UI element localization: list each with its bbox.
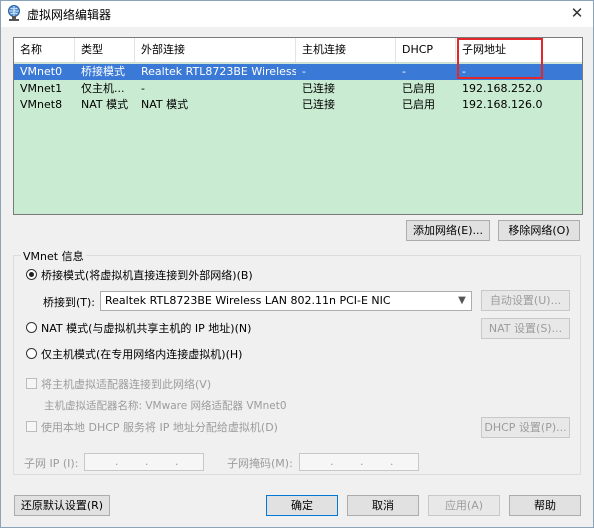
- connect-adapter-label: 将主机虚拟适配器连接到此网络(V): [41, 378, 212, 391]
- chevron-down-icon: ▼: [458, 295, 466, 306]
- column-header-host[interactable]: 主机连接: [296, 38, 396, 62]
- column-header-dhcp[interactable]: DHCP: [396, 38, 456, 62]
- adapter-name-label: 主机虚拟适配器名称: VMware 网络适配器 VMnet0: [44, 400, 287, 412]
- close-icon[interactable]: ✕: [569, 5, 585, 21]
- cancel-button[interactable]: 取消: [347, 495, 419, 516]
- cell-subnet: 192.168.252.0: [462, 82, 543, 95]
- help-button[interactable]: 帮助: [509, 495, 581, 516]
- restore-defaults-button[interactable]: 还原默认设置(R): [14, 495, 110, 516]
- column-header-external[interactable]: 外部连接: [135, 38, 296, 62]
- bridged-to-label: 桥接到(T):: [43, 296, 96, 309]
- vmnet-info-label: VMnet 信息: [21, 248, 86, 264]
- cell-type: 桥接模式: [81, 65, 125, 78]
- dhcp-settings-button[interactable]: DHCP 设置(P)...: [481, 417, 570, 438]
- apply-button[interactable]: 应用(A): [428, 495, 500, 516]
- column-header-name[interactable]: 名称: [14, 38, 75, 62]
- virtual-network-editor-window: 虚拟网络编辑器 ✕ 名称 类型 外部连接 主机连接 DHCP 子网地址 VMne…: [0, 0, 594, 528]
- cell-dhcp: 已启用: [402, 82, 435, 95]
- cell-type: 仅主机...: [81, 82, 125, 95]
- subnet-ip-input[interactable]: ...: [84, 453, 204, 471]
- cell-external: NAT 模式: [141, 98, 189, 111]
- cell-host: -: [302, 65, 306, 78]
- cell-host: 已连接: [302, 98, 335, 111]
- title-bar: 虚拟网络编辑器 ✕: [1, 1, 593, 27]
- subnet-mask-input[interactable]: ...: [299, 453, 419, 471]
- network-globe-icon: [8, 5, 20, 21]
- column-header-type[interactable]: 类型: [75, 38, 135, 62]
- cell-dhcp: 已启用: [402, 98, 435, 111]
- cell-dhcp: -: [402, 65, 406, 78]
- cell-name: VMnet8: [20, 98, 63, 111]
- table-row[interactable]: VMnet1 仅主机... - 已连接 已启用 192.168.252.0: [14, 81, 582, 97]
- cell-external: -: [141, 82, 145, 95]
- cell-name: VMnet1: [20, 82, 63, 95]
- host-only-mode-label[interactable]: 仅主机模式(在专用网络内连接虚拟机)(H): [41, 346, 242, 362]
- use-dhcp-checkbox[interactable]: [26, 421, 37, 432]
- ok-button[interactable]: 确定: [266, 495, 338, 516]
- nat-mode-label[interactable]: NAT 模式(与虚拟机共享主机的 IP 地址)(N): [41, 320, 251, 336]
- subnet-mask-label: 子网掩码(M):: [227, 457, 293, 470]
- connect-adapter-checkbox[interactable]: [26, 378, 37, 389]
- cell-host: 已连接: [302, 82, 335, 95]
- cell-type: NAT 模式: [81, 98, 129, 111]
- cell-name: VMnet0: [20, 65, 63, 78]
- add-network-button[interactable]: 添加网络(E)...: [406, 220, 490, 241]
- table-row[interactable]: VMnet8 NAT 模式 NAT 模式 已连接 已启用 192.168.126…: [14, 97, 582, 113]
- nat-mode-radio[interactable]: [26, 322, 37, 333]
- nat-settings-button[interactable]: NAT 设置(S)...: [481, 318, 570, 339]
- cell-external: Realtek RTL8723BE Wireless...: [141, 65, 296, 78]
- cell-subnet: 192.168.126.0: [462, 98, 543, 111]
- window-title: 虚拟网络编辑器: [27, 8, 112, 22]
- bridged-mode-label[interactable]: 桥接模式(将虚拟机直接连接到外部网络)(B): [41, 267, 253, 283]
- auto-settings-button[interactable]: 自动设置(U)...: [481, 290, 570, 311]
- subnet-ip-label: 子网 IP (I):: [24, 457, 79, 470]
- bridged-to-select[interactable]: Realtek RTL8723BE Wireless LAN 802.11n P…: [100, 291, 472, 311]
- vmnet-info-group: [13, 255, 581, 475]
- bridged-mode-radio[interactable]: [26, 269, 37, 280]
- use-dhcp-label: 使用本地 DHCP 服务将 IP 地址分配给虚拟机(D): [41, 421, 278, 434]
- subnet-column-highlight: [457, 38, 543, 79]
- bridged-to-value: Realtek RTL8723BE Wireless LAN 802.11n P…: [105, 294, 391, 307]
- remove-network-button[interactable]: 移除网络(O): [498, 220, 580, 241]
- host-only-mode-radio[interactable]: [26, 348, 37, 359]
